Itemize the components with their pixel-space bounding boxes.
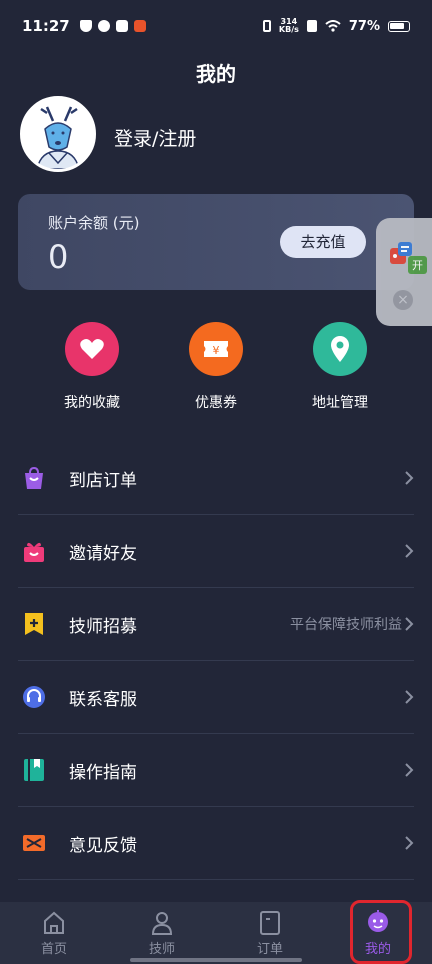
order-icon: [260, 911, 280, 935]
shopping-bag-icon: [25, 466, 43, 489]
menu-item-label: 到店订单: [69, 470, 137, 491]
chevron-right-icon: [405, 471, 414, 485]
chevron-right-icon: [405, 544, 414, 558]
menu-item-invite-friends[interactable]: 邀请好友: [18, 515, 414, 588]
menu-item-feedback[interactable]: 意见反馈: [18, 807, 414, 880]
person-icon: [151, 912, 173, 935]
active-tab-highlight: [350, 900, 412, 964]
tab-label: 首页: [40, 942, 67, 957]
home-indicator[interactable]: [130, 958, 302, 962]
close-icon[interactable]: ×: [393, 290, 413, 310]
tab-orders[interactable]: 订单: [216, 902, 324, 964]
menu-item-user-guide[interactable]: 操作指南: [18, 734, 414, 807]
gift-icon: [24, 542, 44, 562]
quick-action-coupons[interactable]: ¥ 优惠券: [166, 322, 266, 412]
floating-widget-badge: 开: [408, 256, 427, 274]
tab-label: 技师: [148, 942, 175, 957]
heart-icon: [65, 322, 119, 376]
menu-list: 到店订单 邀请好友 技师招募 平台保障技师利益 联系客服 操作指南 意见反馈: [18, 442, 414, 880]
headset-icon: [23, 686, 45, 708]
battery-percent: 77%: [348, 18, 380, 34]
quick-action-label: 我的收藏: [64, 395, 120, 411]
menu-item-label: 操作指南: [69, 762, 137, 783]
balance-label: 账户余额 (元): [48, 214, 140, 232]
svg-text:¥: ¥: [213, 344, 220, 357]
status-time: 11:27: [22, 17, 70, 35]
status-bar: 11:27 314 KB/s 77%: [0, 0, 432, 52]
menu-item-technician-recruit[interactable]: 技师招募 平台保障技师利益: [18, 588, 414, 661]
balance-card: 账户余额 (元) 0 去充值: [18, 194, 414, 290]
battery-icon: [388, 20, 410, 32]
chevron-right-icon: [405, 690, 414, 704]
location-pin-icon: [313, 322, 367, 376]
tab-technician[interactable]: 技师: [108, 902, 216, 964]
quick-action-label: 地址管理: [312, 395, 368, 411]
quick-action-label: 优惠券: [195, 395, 237, 411]
shield-icon: [79, 20, 92, 32]
app-badge-icon: [133, 20, 146, 32]
envelope-icon: [23, 835, 45, 851]
menu-item-customer-service[interactable]: 联系客服: [18, 661, 414, 734]
quick-action-favorites[interactable]: 我的收藏: [42, 322, 142, 412]
book-icon: [24, 759, 44, 781]
page-title: 我的: [196, 62, 236, 86]
menu-item-label: 邀请好友: [69, 543, 137, 564]
menu-item-hint: 平台保障技师利益: [290, 617, 402, 633]
mail-icon: [115, 20, 128, 32]
tab-home[interactable]: 首页: [0, 902, 108, 964]
menu-item-label: 技师招募: [69, 616, 137, 637]
notification-icons: [79, 20, 146, 32]
bookmark-plus-icon: [25, 613, 43, 635]
deer-avatar-icon: [23, 99, 93, 169]
avatar[interactable]: [20, 96, 96, 172]
menu-item-store-orders[interactable]: 到店订单: [18, 442, 414, 515]
floating-widget[interactable]: 开 ×: [376, 218, 432, 326]
login-register-link[interactable]: 登录/注册: [114, 124, 196, 151]
coupon-icon: ¥: [189, 322, 243, 376]
status-right: 314 KB/s 77%: [262, 18, 410, 34]
quick-action-address[interactable]: 地址管理: [290, 322, 390, 412]
network-speed-unit: KB/s: [278, 25, 299, 34]
home-icon: [44, 911, 64, 934]
tab-label: 订单: [256, 942, 283, 957]
menu-item-label: 联系客服: [69, 689, 137, 710]
balance-value: 0: [48, 238, 69, 276]
network-speed: 314 KB/s: [279, 18, 299, 34]
recharge-button[interactable]: 去充值: [280, 226, 366, 258]
chevron-right-icon: [405, 617, 414, 631]
app-notification-icon: [97, 20, 110, 32]
wifi-icon: [325, 20, 341, 32]
chevron-right-icon: [405, 836, 414, 850]
menu-item-label: 意见反馈: [69, 835, 137, 856]
vibrate-icon: [262, 20, 271, 32]
chevron-right-icon: [405, 763, 414, 777]
sim-icon: [306, 20, 317, 32]
